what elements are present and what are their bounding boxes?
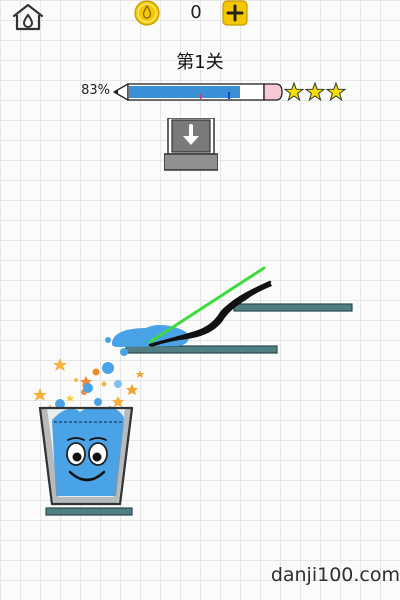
water-blob-on-platform [105,325,189,356]
cup-stand [45,507,133,516]
coin-count: 0 [190,2,202,23]
home-icon [12,3,44,31]
progress-percent: 83% [81,83,110,98]
water-drops [55,362,122,409]
star-icon [283,81,305,102]
ink-progress-bar [112,80,284,104]
home-button[interactable] [8,0,48,34]
platform-middle [125,345,278,354]
star-icon [304,81,326,102]
happy-glass-cup [38,406,134,506]
platform-upper [233,303,353,312]
add-coins-button[interactable] [222,0,248,26]
laser-line [148,266,266,344]
watermark: danji100.com [270,564,400,586]
plus-icon [222,0,248,26]
release-water-button[interactable] [163,117,219,172]
level-title: 第1关 [176,52,224,73]
star-icon [325,81,347,102]
droplet-coin-icon [134,0,160,26]
star-rating [283,81,347,102]
splash-stars [33,358,144,434]
progress-fill [129,86,240,98]
drawn-line [150,282,272,347]
